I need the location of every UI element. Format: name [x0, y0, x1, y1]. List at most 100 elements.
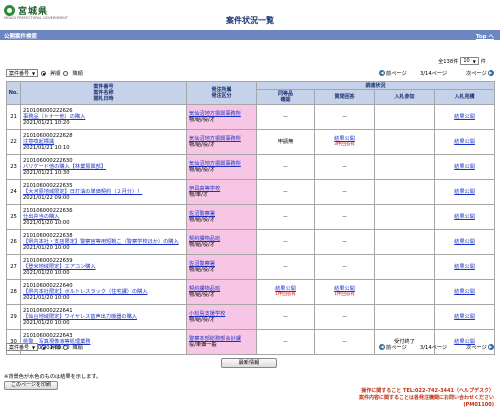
col-equivalent: 同等品 確認 [256, 89, 315, 105]
bid-result-link[interactable]: 結果公開 [454, 264, 475, 270]
equivalent-cell: 結果公開 1件回答有 [256, 279, 315, 305]
sort-desc-radio[interactable] [63, 70, 69, 76]
equivalent-status: － [282, 314, 289, 320]
bid-result-link[interactable]: 結果公開 [454, 164, 475, 170]
case-cell: 210106000222630 バリケード他の購入【林業振興部】 2021/01/2… [20, 154, 187, 180]
equivalent-answer-count: 1件回答有 [275, 292, 296, 297]
row-no: 23 [6, 154, 21, 180]
row-no: 26 [6, 229, 21, 255]
equivalent-cell: － [256, 254, 315, 280]
total-prefix: 全138件 [438, 58, 459, 65]
question-cell: － [314, 304, 375, 330]
prev-arrow-icon: ◀ [379, 70, 385, 76]
col-bid-join: 入札参加 [374, 89, 435, 105]
question-cell: － [314, 204, 375, 230]
prev-page-button[interactable]: ◀ 前ページ [379, 70, 407, 77]
equivalent-status: － [282, 189, 289, 195]
opening-datetime: 2021/01/22 09:00 [23, 195, 70, 201]
bid-result-cell: 結果公開 [433, 154, 496, 180]
table-row: 22 210106000222628 注意喚起標識 2021/01/21 10:10 気… [6, 129, 496, 155]
equivalent-cell: － [256, 154, 315, 180]
row-no: 24 [6, 179, 21, 205]
bid-result-link[interactable]: 結果公開 [454, 239, 475, 245]
sort-asc-label: 昇順 [50, 344, 61, 351]
sort-asc-radio[interactable] [41, 70, 47, 76]
screen-id: (PM01100) [463, 402, 494, 408]
order-category: 物/給/役/オ [189, 142, 215, 148]
question-status: － [341, 239, 348, 245]
total-suffix: 件 [480, 58, 486, 65]
question-status: － [341, 264, 348, 270]
table-row: 29 210106000222641 【仙台地域限定】ワイヤレス音声出力機器の購入 2… [6, 304, 496, 330]
equivalent-cell: － [256, 229, 315, 255]
print-page-button[interactable]: このページを印刷 [4, 381, 58, 390]
row-no: 25 [6, 204, 21, 230]
question-status: － [341, 214, 348, 220]
bid-result-link[interactable]: 結果公開 [454, 289, 475, 295]
order-category: 物/給/役/オ [189, 267, 215, 273]
equivalent-cell: － [256, 204, 315, 230]
bid-join-cell [374, 154, 435, 180]
bid-result-cell: 結果公開 [433, 129, 496, 155]
order-category: 物/給/役/オ [189, 292, 215, 298]
bid-join-cell [374, 279, 435, 305]
col-case: 案件番号 案件名称 開札日時 [20, 81, 187, 105]
equivalent-cell: － [256, 304, 315, 330]
system-bar: 公開案件検索 Top へ [0, 30, 500, 40]
opening-datetime: 2021/01/20 10:00 [23, 320, 70, 326]
sort-asc-radio[interactable] [41, 344, 47, 350]
prev-page-button[interactable]: ◀ 前ページ [379, 344, 407, 351]
pager-top: 案件番号 ▼ 昇順 降順 ◀ 前ページ 3/14ページ 次ページ ▶ [6, 68, 494, 78]
per-page-select[interactable]: 10 ▼ [460, 57, 479, 65]
org-cell: 契約課物品班 物/給/役/オ [186, 279, 257, 305]
sort-desc-radio[interactable] [63, 344, 69, 350]
equivalent-status: － [282, 214, 289, 220]
row-no: 21 [6, 104, 21, 130]
bid-join-cell [374, 104, 435, 130]
chevron-down-icon: ▼ [32, 344, 36, 350]
row-no: 29 [6, 304, 21, 330]
case-cell: 210106000222628 注意喚起標識 2021/01/21 10:10 [20, 129, 187, 155]
bid-result-link[interactable]: 結果公開 [454, 314, 475, 320]
order-category: 物/給/役/オ [189, 242, 215, 248]
table-row: 28 210106000222640 【県内本社限定】ボルトレスラック（住宅課）の購… [6, 279, 496, 305]
question-answer-count: 1件回答有 [334, 292, 355, 297]
opening-datetime: 2021/01/20 10:00 [23, 220, 70, 226]
question-cell: － [314, 104, 375, 130]
prev-page-label: 前ページ [386, 344, 407, 351]
bid-result-link[interactable]: 結果公開 [454, 214, 475, 220]
question-status: － [341, 189, 348, 195]
case-cell: 210106000222635 【大河原地域限定】日灯油の単価契約（２月分）！ 20… [20, 179, 187, 205]
bid-result-link[interactable]: 結果公開 [454, 189, 475, 195]
sort-key-select[interactable]: 案件番号 ▼ [6, 343, 39, 351]
top-link[interactable]: Top へ [476, 32, 494, 40]
sort-key-value: 案件番号 [9, 344, 30, 351]
bid-join-cell [374, 229, 435, 255]
case-cell: 210106000222641 【仙台地域限定】ワイヤレス音声出力機器の購入 202… [20, 304, 187, 330]
sort-key-select[interactable]: 案件番号 ▼ [6, 69, 39, 77]
col-no: No. [6, 81, 21, 105]
order-category: 物/給/役/オ [189, 317, 215, 323]
bid-result-cell: 結果公開 [433, 179, 496, 205]
latest-info-button[interactable]: 最新情報 [221, 358, 277, 368]
next-page-button[interactable]: 次ページ ▶ [466, 344, 494, 351]
contact-case: 案件内容に関することは各発注機関にお問い合わせください [358, 395, 494, 401]
pager-bottom: 案件番号 ▼ 昇順 降順 ◀ 前ページ 3/14ページ 次ページ ▶ [6, 342, 494, 352]
bid-result-link[interactable]: 結果公開 [454, 114, 475, 120]
table-row: 21 210106000222626 事務品（トナー他）の購入 2021/01/21 … [6, 104, 496, 130]
bid-result-link[interactable]: 結果公開 [454, 139, 475, 145]
order-category: 物/給/役/オ [189, 167, 215, 173]
org-cell: 佐沼警察署 物/給/役/オ [186, 204, 257, 230]
table-row: 24 210106000222635 【大河原地域限定】日灯油の単価契約（２月分）！… [6, 179, 496, 205]
table-row: 26 210106000222638 【県内本社・支店限定】警察官等用短靴こ（警察学… [6, 229, 496, 255]
org-cell: 気仙沼地方振興事務所 物/給/役/オ [186, 154, 257, 180]
chevron-down-icon: ▼ [472, 58, 476, 64]
bid-join-cell [374, 129, 435, 155]
org-cell: 気仙沼地方振興事務所 物/給/役/オ [186, 129, 257, 155]
col-bid-result: 入札見積 [433, 89, 496, 105]
question-cell: － [314, 179, 375, 205]
per-page-value: 10 [463, 58, 470, 64]
total-count: 全138件 10 ▼ 件 [438, 57, 486, 65]
equivalent-status: － [282, 164, 289, 170]
next-page-button[interactable]: 次ページ ▶ [466, 70, 494, 77]
